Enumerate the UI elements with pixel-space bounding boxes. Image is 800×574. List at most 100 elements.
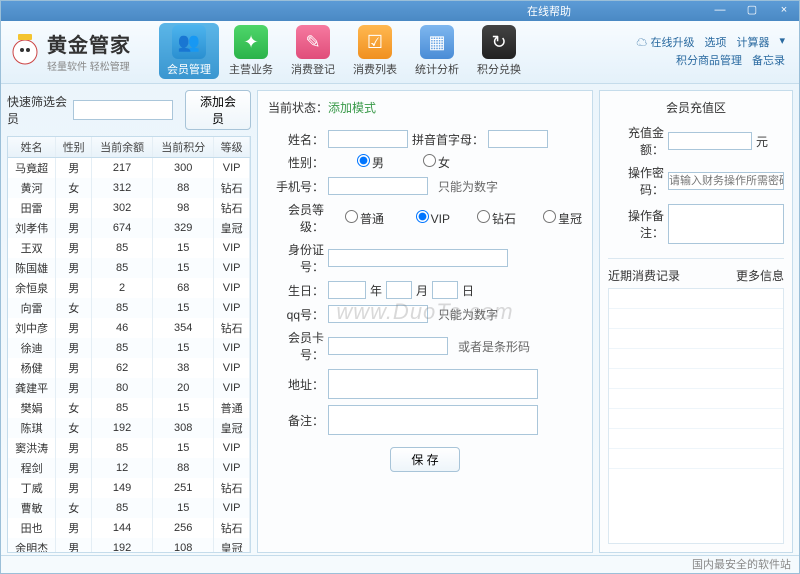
- level-diamond-radio[interactable]: 钻石: [460, 210, 516, 227]
- toolbar-1[interactable]: ✦ 主营业务: [221, 23, 281, 79]
- table-header[interactable]: 姓名: [8, 137, 56, 158]
- filter-input[interactable]: [73, 100, 173, 120]
- op-remark-input[interactable]: [668, 204, 784, 244]
- restore-button[interactable]: ▢: [743, 4, 761, 18]
- toolbar-icon: ☑: [358, 25, 392, 59]
- toolbar-icon: ↻: [482, 25, 516, 59]
- online-help-link[interactable]: 在线帮助: [527, 3, 571, 19]
- toolbar-3[interactable]: ☑ 消费列表: [345, 23, 405, 79]
- qq-input[interactable]: [328, 305, 428, 323]
- toolbar-4[interactable]: ▦ 统计分析: [407, 23, 467, 79]
- memo-link[interactable]: 备忘录: [752, 52, 785, 68]
- pinyin-input[interactable]: [488, 130, 548, 148]
- table-row[interactable]: 曹敏女8515VIP: [8, 498, 250, 518]
- minimize-button[interactable]: —: [711, 4, 729, 18]
- logo-icon: [9, 31, 41, 71]
- table-row[interactable]: 陈琪女192308皇冠: [8, 418, 250, 438]
- table-row[interactable]: 徐迪男8515VIP: [8, 338, 250, 358]
- gender-label: 性别：: [268, 154, 324, 171]
- birth-month-input[interactable]: [386, 281, 412, 299]
- online-upgrade-link[interactable]: ☁ 在线升级: [636, 34, 694, 50]
- phone-hint: 只能为数字: [438, 178, 498, 195]
- member-table: 姓名性别当前余额当前积分等级 马竟超男217300VIP黄河女31288钻石田雷…: [8, 137, 250, 553]
- toolbar-label: 积分兑换: [477, 61, 521, 77]
- toolbar-2[interactable]: ✎消费登记: [283, 23, 343, 79]
- add-member-button[interactable]: 添加会员: [185, 90, 251, 130]
- toolbar-5[interactable]: ↻ 积分兑换: [469, 23, 529, 79]
- more-arrow-icon[interactable]: ▾: [779, 34, 785, 50]
- calculator-link[interactable]: 计算器: [736, 34, 769, 50]
- level-crown-radio[interactable]: 皇冠: [526, 210, 582, 227]
- table-row[interactable]: 黄河女31288钻石: [8, 178, 250, 198]
- table-row[interactable]: 窦洪涛男8515VIP: [8, 438, 250, 458]
- idcard-label: 身份证号：: [268, 241, 324, 275]
- toolbar-label: 统计分析: [415, 61, 459, 77]
- card-input[interactable]: [328, 337, 448, 355]
- table-row[interactable]: 马竟超男217300VIP: [8, 158, 250, 179]
- close-button[interactable]: ×: [775, 4, 793, 18]
- level-normal-radio[interactable]: 普通: [328, 210, 384, 227]
- filter-label: 快速筛选会员: [7, 93, 67, 127]
- table-header[interactable]: 当前余额: [92, 137, 153, 158]
- table-header[interactable]: 等级: [214, 137, 250, 158]
- toolbar-label: 会员管理: [167, 61, 211, 77]
- table-row[interactable]: 余恒泉男268VIP: [8, 278, 250, 298]
- pwd-label: 操作密码：: [608, 164, 664, 198]
- save-button[interactable]: 保 存: [390, 447, 459, 472]
- table-row[interactable]: 刘中彦男46354钻石: [8, 318, 250, 338]
- idcard-input[interactable]: [328, 249, 508, 267]
- table-header[interactable]: 性别: [56, 137, 92, 158]
- pinyin-label: 拼音首字母：: [412, 131, 484, 148]
- phone-label: 手机号：: [268, 178, 324, 195]
- pwd-input[interactable]: [668, 172, 784, 190]
- table-row[interactable]: 田雷男30298钻石: [8, 198, 250, 218]
- table-row[interactable]: 余明杰男192108皇冠: [8, 538, 250, 553]
- remark-input[interactable]: [328, 405, 538, 435]
- more-info-link[interactable]: 更多信息: [736, 267, 784, 284]
- name-input[interactable]: [328, 130, 408, 148]
- recent-log-grid: [608, 288, 784, 544]
- addr-label: 地址：: [268, 376, 324, 393]
- card-hint: 或者是条形码: [458, 338, 530, 355]
- table-row[interactable]: 刘孝伟男674329皇冠: [8, 218, 250, 238]
- toolbar-label: 消费登记: [291, 61, 335, 77]
- toolbar-icon: 👥: [172, 25, 206, 59]
- phone-input[interactable]: [328, 177, 428, 195]
- recharge-title: 会员充值区: [608, 99, 784, 116]
- toolbar-icon: ✦: [234, 25, 268, 59]
- table-row[interactable]: 向雷女8515VIP: [8, 298, 250, 318]
- card-label: 会员卡号：: [268, 329, 324, 363]
- toolbar-label: 消费列表: [353, 61, 397, 77]
- level-vip-radio[interactable]: VIP: [394, 210, 450, 226]
- table-row[interactable]: 樊娟女8515普通: [8, 398, 250, 418]
- options-link[interactable]: 选项: [704, 34, 726, 50]
- birth-year-input[interactable]: [328, 281, 366, 299]
- amount-input[interactable]: [668, 132, 752, 150]
- name-label: 姓名：: [268, 131, 324, 148]
- op-remark-label: 操作备注：: [608, 207, 664, 241]
- table-header[interactable]: 当前积分: [153, 137, 214, 158]
- table-row[interactable]: 杨健男6238VIP: [8, 358, 250, 378]
- addr-input[interactable]: [328, 369, 538, 399]
- level-label: 会员等级：: [268, 201, 324, 235]
- birth-label: 生日：: [268, 282, 324, 299]
- gender-male-radio[interactable]: 男: [328, 154, 384, 171]
- table-row[interactable]: 田也男144256钻石: [8, 518, 250, 538]
- table-row[interactable]: 王双男8515VIP: [8, 238, 250, 258]
- table-row[interactable]: 陈国雄男8515VIP: [8, 258, 250, 278]
- toolbar-label: 主营业务: [229, 61, 273, 77]
- footer-text: 国内最安全的软件站: [1, 555, 799, 573]
- birth-day-input[interactable]: [432, 281, 458, 299]
- gender-female-radio[interactable]: 女: [394, 154, 450, 171]
- points-mgmt-link[interactable]: 积分商品管理: [676, 52, 742, 68]
- qq-label: qq号：: [268, 306, 324, 323]
- toolbar-icon: ▦: [420, 25, 454, 59]
- table-row[interactable]: 龚建平男8020VIP: [8, 378, 250, 398]
- remark-label: 备注：: [268, 412, 324, 429]
- app-subtitle: 轻量软件 轻松管理: [47, 58, 131, 73]
- toolbar-0[interactable]: 👥 会员管理: [159, 23, 219, 79]
- recent-log-label: 近期消费记录: [608, 267, 680, 284]
- status-label: 当前状态：添加模式: [268, 99, 376, 116]
- table-row[interactable]: 丁威男149251钻石: [8, 478, 250, 498]
- table-row[interactable]: 程剑男1288VIP: [8, 458, 250, 478]
